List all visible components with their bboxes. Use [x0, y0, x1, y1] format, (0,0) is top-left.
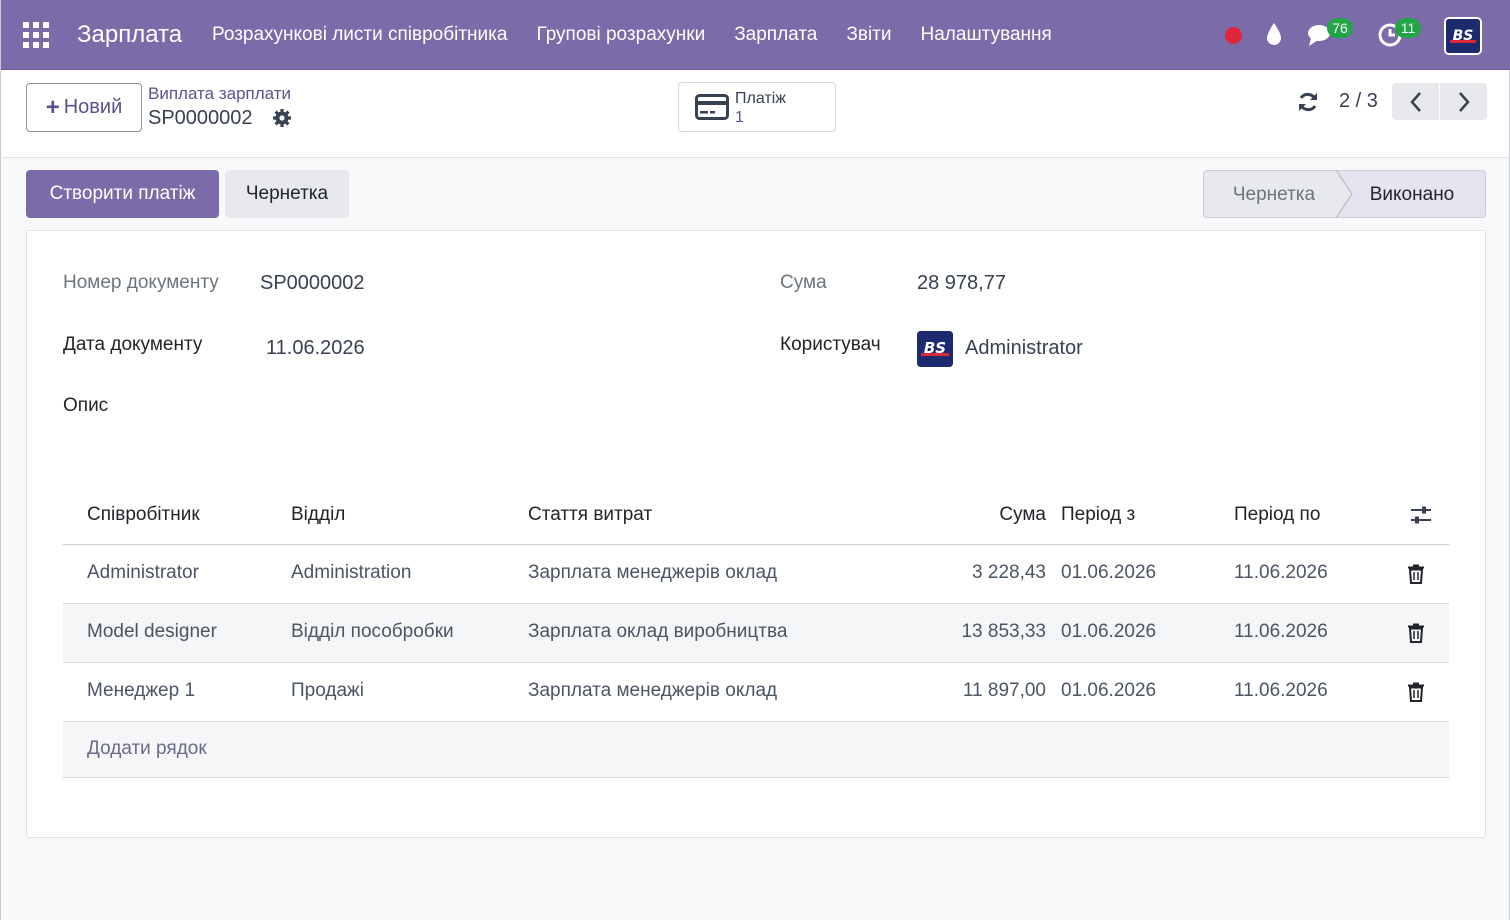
cell-period-to: 11.06.2026 [1234, 621, 1328, 642]
doc-number-value: SP0000002 [260, 272, 365, 294]
cell-period-to: 11.06.2026 [1234, 562, 1328, 583]
user-avatar: BS [917, 331, 953, 367]
stage-done[interactable]: Виконано [1337, 171, 1485, 217]
create-payment-button[interactable]: Створити платіж [26, 170, 219, 218]
cell-department: Administration [291, 562, 412, 583]
main-menu: Розрахункові листи співробітника Групові… [212, 24, 1081, 46]
menu-item-payslips[interactable]: Розрахункові листи співробітника [212, 24, 507, 46]
add-line-link[interactable]: Додати рядок [87, 738, 207, 760]
add-line-row: Додати рядок [63, 722, 1449, 778]
app-brand[interactable]: Зарплата [77, 21, 182, 49]
cell-employee: Administrator [87, 562, 199, 583]
draft-button[interactable]: Чернетка [225, 170, 349, 218]
cell-employee: Model designer [87, 621, 217, 642]
cell-period-from: 01.06.2026 [1061, 621, 1157, 642]
optional-columns-sliders-icon[interactable] [1409, 503, 1433, 527]
trash-icon[interactable] [1407, 623, 1425, 643]
doc-date-label: Дата документу [63, 334, 203, 355]
chevron-left-icon [1409, 91, 1421, 112]
column-period-to[interactable]: Період по [1234, 504, 1320, 526]
form-sheet: Номер документу SP0000002 Дата документу… [26, 230, 1486, 838]
cell-employee: Менеджер 1 [87, 680, 196, 701]
menu-item-batches[interactable]: Групові розрахунки [536, 24, 705, 46]
pager-value[interactable]: 2 / 3 [1339, 90, 1378, 113]
payment-lines-table: Співробітник Відділ Стаття витрат Сума П… [63, 489, 1449, 778]
company-logo-icon: BS [917, 331, 953, 367]
cell-period-from: 01.06.2026 [1061, 562, 1157, 583]
column-amount[interactable]: Сума [999, 504, 1046, 526]
trash-icon[interactable] [1407, 682, 1425, 702]
logo-text: BS [924, 339, 946, 357]
new-button[interactable]: + Новий [26, 83, 142, 132]
recording-indicator-icon[interactable] [1225, 27, 1242, 44]
trash-icon[interactable] [1407, 564, 1425, 584]
payment-smart-button[interactable]: Платіж 1 [678, 82, 836, 132]
company-logo-icon: BS [1446, 19, 1480, 53]
cell-expense-item: Зарплата менеджерів оклад [528, 562, 778, 583]
cell-expense-item: Зарплата оклад виробництва [528, 621, 788, 642]
user-label: Користувач [780, 334, 881, 355]
messages-count-badge: 76 [1327, 18, 1353, 38]
activities-count-badge: 11 [1395, 18, 1421, 38]
refresh-icon[interactable] [1296, 90, 1320, 114]
top-navbar: Зарплата Розрахункові листи співробітник… [1, 0, 1510, 70]
column-expense-item[interactable]: Стаття витрат [528, 504, 652, 526]
stage-separator [1335, 171, 1353, 217]
column-period-from[interactable]: Період з [1061, 504, 1135, 526]
apps-menu-icon[interactable] [23, 22, 49, 48]
cell-expense-item: Зарплата менеджерів оклад [528, 680, 778, 701]
doc-number-label: Номер документу [63, 272, 219, 293]
drop-icon[interactable] [1265, 22, 1283, 48]
smart-button-value: 1 [735, 109, 744, 126]
chevron-right-icon [1458, 91, 1470, 112]
pager-next-button[interactable] [1440, 83, 1487, 120]
cell-department: Продажі [291, 680, 364, 701]
amount-value: 28 978,77 [917, 272, 1006, 294]
user-avatar-menu[interactable]: BS [1444, 17, 1482, 55]
gear-icon[interactable] [272, 108, 292, 128]
breadcrumb-parent[interactable]: Виплата зарплати [148, 84, 291, 104]
status-stages: Чернетка Виконано [1203, 170, 1486, 218]
description-label: Опис [63, 395, 109, 416]
amount-label: Сума [780, 272, 827, 293]
menu-item-settings[interactable]: Налаштування [921, 24, 1052, 46]
cell-period-to: 11.06.2026 [1234, 680, 1328, 701]
cell-period-from: 01.06.2026 [1061, 680, 1157, 701]
plus-icon: + [45, 93, 60, 121]
breadcrumb-current: SP0000002 [148, 107, 253, 129]
stage-draft[interactable]: Чернетка [1204, 171, 1344, 217]
cell-amount: 3 228,43 [972, 562, 1046, 583]
table-header: Співробітник Відділ Стаття витрат Сума П… [63, 489, 1449, 545]
credit-card-icon [695, 94, 729, 120]
control-panel: + Новий Виплата зарплати SP0000002 Платі… [2, 70, 1509, 158]
new-button-label: Новий [63, 96, 123, 118]
table-row[interactable]: Model designer Відділ пособробки Зарплат… [63, 604, 1449, 663]
logo-text: BS [1453, 28, 1474, 44]
pager-previous-button[interactable] [1392, 83, 1439, 120]
user-field[interactable]: Administrator [965, 337, 1083, 360]
doc-date-field[interactable]: 11.06.2026 [266, 337, 365, 360]
menu-item-payroll[interactable]: Зарплата [734, 24, 817, 46]
column-department[interactable]: Відділ [291, 504, 345, 526]
table-row[interactable]: Менеджер 1 Продажі Зарплата менеджерів о… [63, 663, 1449, 722]
menu-item-reports[interactable]: Звіти [846, 24, 891, 46]
cell-amount: 11 897,00 [962, 680, 1046, 701]
smart-button-label: Платіж [735, 90, 786, 107]
cell-department: Відділ пособробки [291, 621, 454, 642]
table-row[interactable]: Administrator Administration Зарплата ме… [63, 545, 1449, 604]
cell-amount: 13 853,33 [961, 621, 1046, 642]
column-employee[interactable]: Співробітник [87, 504, 200, 526]
